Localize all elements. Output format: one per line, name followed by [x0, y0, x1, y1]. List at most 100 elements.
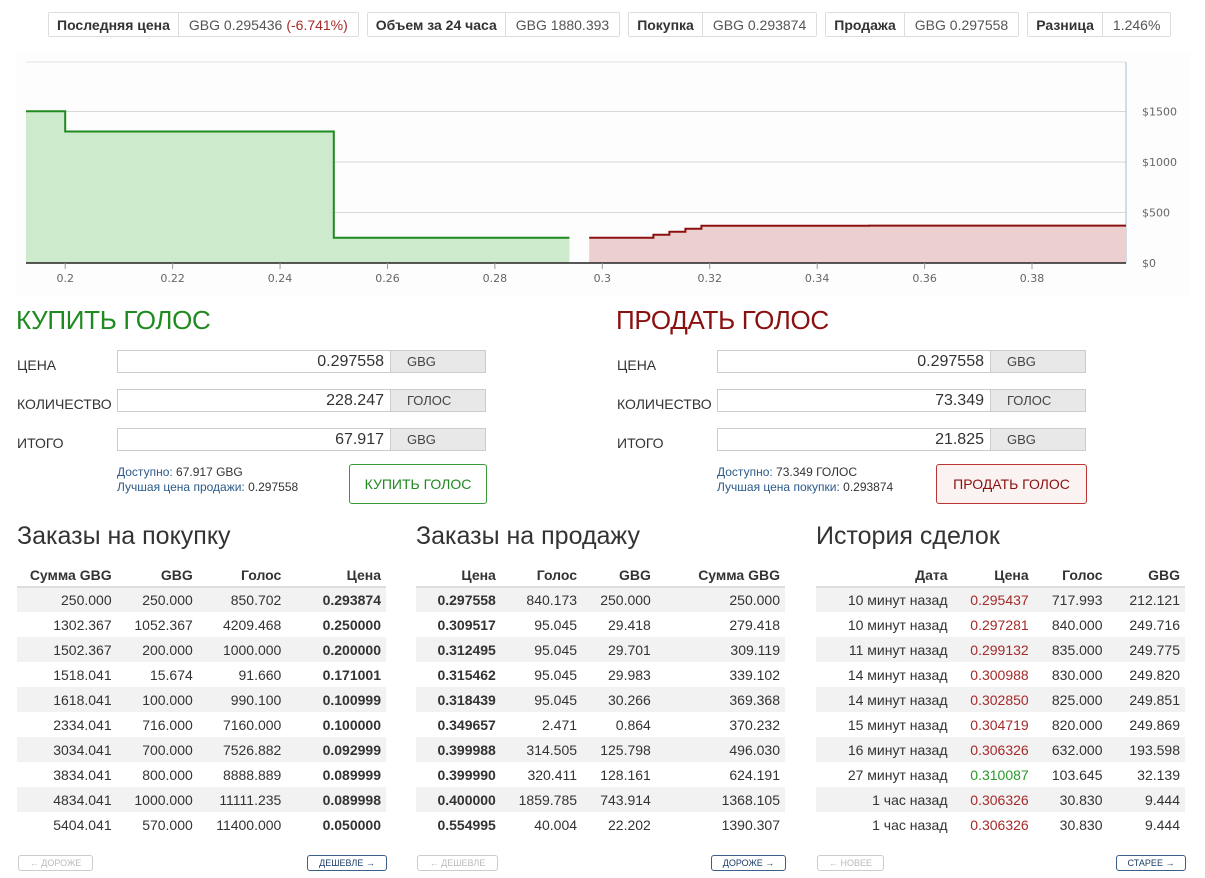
- ticker-label: Объем за 24 часа: [367, 13, 506, 36]
- table-cell: 14 минут назад: [847, 666, 948, 683]
- table-cell: 22.202: [608, 816, 651, 833]
- table-cell: 0.297558: [416, 587, 501, 612]
- trade-row: 16 минут назад 0.306326 632.000 193.598: [816, 737, 1185, 762]
- sell-price-input[interactable]: 0.297558: [717, 350, 991, 373]
- trade-row: 1 час назад 0.306326 30.830 9.444: [816, 787, 1185, 812]
- ticker-label: Продажа: [826, 13, 905, 36]
- price-label: ЦЕНА: [617, 357, 657, 373]
- table-header: Сумма GBG GBG Голос Цена: [17, 564, 386, 588]
- table-cell: 632.000: [1033, 737, 1108, 762]
- amount-label: КОЛИЧЕСТВО: [17, 396, 112, 412]
- buy-order-row: 3834.041 800.000 8888.889 0.089999: [17, 762, 386, 787]
- buy-price-input[interactable]: 0.297558: [117, 350, 391, 373]
- column-header: GBG: [582, 564, 656, 588]
- amount-unit: ГОЛОС: [990, 389, 1086, 412]
- sell-orders-panel: Заказы на продажу Цена Голос GBG Сумма G…: [416, 522, 786, 837]
- next-page-button[interactable]: ДЕШЕВЛЕ →: [307, 855, 387, 871]
- table-cell: 1859.785: [500, 787, 583, 812]
- buy-order-row: 4834.041 1000.000 11111.235 0.089998: [17, 787, 386, 812]
- table-cell: 249.716: [1129, 616, 1180, 633]
- table-cell: 0.171001: [322, 666, 381, 683]
- sell-amount-input[interactable]: 73.349: [717, 389, 991, 412]
- table-cell: 27 минут назад: [847, 766, 948, 783]
- table-cell: 3034.041: [17, 737, 117, 762]
- buy-orders-title: Заказы на покупку: [17, 522, 231, 550]
- y-tick-label: $1500: [1142, 105, 1177, 118]
- trade-row: 15 минут назад 0.304719 820.000 249.869: [816, 712, 1185, 737]
- table-cell: 830.000: [1051, 666, 1103, 683]
- ticker-label: Последняя цена: [49, 13, 179, 36]
- table-cell: 0.318439: [416, 687, 501, 712]
- table-header: Цена Голос GBG Сумма GBG: [416, 564, 785, 588]
- x-tick-label: 0.24: [268, 272, 293, 285]
- sell-button[interactable]: ПРОДАТЬ ГОЛОС: [936, 464, 1087, 504]
- trade-history-title: История сделок: [816, 522, 1000, 550]
- trade-history-panel: История сделок Дата Цена Голос GBG 10 ми…: [816, 522, 1186, 837]
- buy-title: КУПИТЬ ГОЛОС: [16, 305, 211, 335]
- buy-orders-table: Сумма GBG GBG Голос Цена 250.000 250.000 8…: [17, 564, 386, 837]
- x-tick-label: 0.28: [483, 272, 508, 285]
- sell-form: ПРОДАТЬ ГОЛОС ЦЕНА 0.297558 GBG КОЛИЧЕСТ…: [616, 305, 1106, 504]
- table-cell: 0.250000: [322, 616, 381, 633]
- table-cell: 1390.307: [721, 816, 780, 833]
- table-cell: 4834.041: [17, 787, 117, 812]
- table-cell: 840.000: [1051, 616, 1103, 633]
- next-page-button[interactable]: СТАРЕЕ →: [1116, 855, 1186, 871]
- prev-page-button[interactable]: ← НОВЕЕ: [817, 855, 884, 871]
- amount-label: КОЛИЧЕСТВО: [617, 396, 712, 412]
- table-cell: 11111.235: [197, 787, 287, 812]
- trade-row: 11 минут назад 0.299132 835.000 249.775: [816, 637, 1185, 662]
- trade-row: 1 час назад 0.306326 30.830 9.444: [816, 812, 1185, 837]
- column-header: GBG: [1107, 564, 1185, 588]
- table-cell: 128.161: [600, 766, 651, 783]
- prev-page-button[interactable]: ← ДОРОЖЕ: [18, 855, 93, 871]
- table-cell: 1368.105: [655, 787, 785, 812]
- table-cell: 91.660: [238, 666, 282, 683]
- table-cell: 5404.041: [53, 816, 112, 833]
- ticker-ask: Продажа GBG 0.297558: [825, 12, 1020, 37]
- buy-order-row: 1618.041 100.000 990.100 0.100999: [17, 687, 386, 712]
- table-cell: 2.471: [541, 716, 578, 733]
- sell-total-input[interactable]: 21.825: [717, 428, 991, 451]
- table-cell: 2334.041: [53, 716, 112, 733]
- sell-order-row: 0.399990 320.411 128.161 624.191: [416, 762, 785, 787]
- best-price-value[interactable]: 0.293874: [843, 480, 893, 494]
- next-page-button[interactable]: ДОРОЖЕ →: [711, 855, 786, 871]
- buy-button[interactable]: КУПИТЬ ГОЛОС: [349, 464, 487, 504]
- table-cell: 95.045: [500, 687, 583, 712]
- table-cell: 0.312495: [416, 637, 501, 662]
- sell-order-row: 0.349657 2.471 0.864 370.232: [416, 712, 785, 737]
- table-cell: 1000.000: [197, 637, 287, 662]
- available-value[interactable]: 67.917 GBG: [176, 465, 243, 479]
- prev-page-button[interactable]: ← ДЕШЕВЛЕ: [417, 855, 498, 871]
- buy-order-row: 2334.041 716.000 7160.000 0.100000: [17, 712, 386, 737]
- ticker-value: GBG 0.295436: [188, 16, 283, 33]
- buy-amount-input[interactable]: 228.247: [117, 389, 391, 412]
- table-cell: 850.702: [197, 587, 287, 612]
- available-value[interactable]: 73.349 ГОЛОС: [776, 465, 857, 479]
- table-cell: 1000.000: [116, 787, 198, 812]
- table-cell: 1618.041: [17, 687, 117, 712]
- table-cell: 250.000: [582, 587, 656, 612]
- table-cell: 0.293874: [286, 587, 386, 612]
- sell-order-row: 0.309517 95.045 29.418 279.418: [416, 612, 785, 637]
- total-label: ИТОГО: [617, 435, 664, 451]
- x-tick-label: 0.32: [697, 272, 722, 285]
- price-label: ЦЕНА: [17, 357, 57, 373]
- y-tick-label: $0: [1142, 257, 1156, 270]
- buy-total-input[interactable]: 67.917: [117, 428, 391, 451]
- x-tick-label: 0.36: [912, 272, 937, 285]
- table-cell: 95.045: [534, 666, 578, 683]
- table-cell: 249.851: [1107, 687, 1185, 712]
- table-cell: 11 минут назад: [816, 637, 953, 662]
- sell-title: ПРОДАТЬ ГОЛОС: [616, 305, 829, 335]
- column-header: Голос: [197, 564, 287, 588]
- sell-order-row: 0.312495 95.045 29.701 309.119: [416, 637, 785, 662]
- best-price-value[interactable]: 0.297558: [248, 480, 298, 494]
- table-cell: 0.310087: [970, 766, 1029, 783]
- table-cell: 14 минут назад: [816, 687, 953, 712]
- trade-history-table: Дата Цена Голос GBG 10 минут назад 0.2954…: [816, 564, 1185, 837]
- table-cell: 100.000: [116, 687, 198, 712]
- buy-order-row: 3034.041 700.000 7526.882 0.092999: [17, 737, 386, 762]
- best-price-label: Лучшая цена покупки:: [717, 480, 840, 494]
